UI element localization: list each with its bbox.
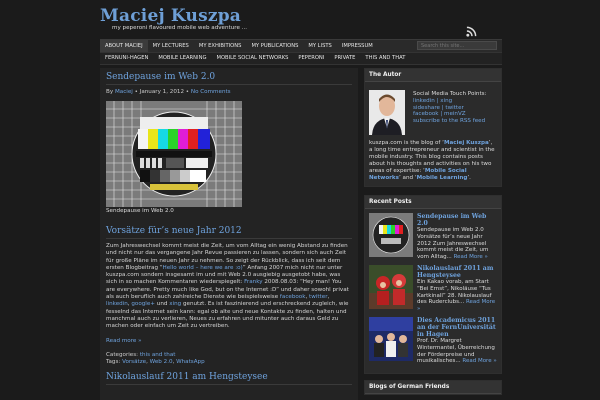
nav-about-maciej[interactable]: About Maciej bbox=[100, 39, 148, 53]
expertise-link[interactable]: Mobile Learning bbox=[417, 175, 468, 181]
post-text: , bbox=[327, 294, 330, 301]
social-links-row[interactable]: linkedin | xing bbox=[413, 98, 486, 105]
search-input[interactable] bbox=[417, 41, 497, 50]
nav-my-publications[interactable]: My Publications bbox=[246, 40, 303, 53]
about-text-part: kuszpa.com is the blog of ‘ bbox=[369, 140, 444, 146]
nav-mobile-social-networks[interactable]: Mobile Social Networks bbox=[211, 52, 293, 65]
social-links-row[interactable]: sideshare | twitter bbox=[413, 105, 486, 112]
read-more-link[interactable]: Read More » bbox=[454, 254, 488, 260]
nav-this-and-that[interactable]: This and That bbox=[360, 52, 410, 65]
recent-post: Sendepause im Web 2.0 Sendepause im Web … bbox=[369, 213, 497, 261]
recent-post-excerpt: Sendepause im Web 2.0 Vorsätze für’s neu… bbox=[417, 227, 497, 261]
about-text: kuszpa.com is the blog of ‘Maciej Kuszpa… bbox=[369, 140, 497, 182]
post-title[interactable]: Vorsätze für’s neue Jahr 2012 bbox=[106, 226, 352, 239]
friends-blogs-widget: Blogs of German Friends bbox=[364, 380, 502, 396]
tag-link[interactable]: WhatsApp bbox=[176, 359, 205, 365]
recent-post-thumbnail[interactable] bbox=[369, 264, 413, 309]
nav-my-lists[interactable]: My Lists bbox=[303, 40, 336, 53]
tag-link[interactable]: Vorsätze bbox=[122, 359, 146, 365]
touch-points: Social Media Touch Points: linkedin | xi… bbox=[413, 91, 486, 135]
nav-my-lectures[interactable]: My Lectures bbox=[148, 40, 194, 53]
widget-title: Blogs of German Friends bbox=[365, 381, 501, 395]
post-link[interactable]: google+ bbox=[131, 301, 155, 307]
recent-post: Nikolauslauf 2011 am Hengsteysee Ein Kak… bbox=[369, 264, 497, 313]
recent-posts-widget: Recent Posts Sendepause im Web 2.0 Sende… bbox=[364, 195, 502, 375]
post: Sendepause im Web 2.0 By Maciej • Januar… bbox=[100, 68, 358, 222]
about-text-part: ’ and ‘ bbox=[398, 175, 417, 181]
post-author-link[interactable]: Maciej bbox=[115, 89, 133, 95]
post-link[interactable]: facebook bbox=[280, 294, 306, 300]
about-text-part: ’. bbox=[467, 175, 471, 181]
post-date: January 1, 2012 bbox=[139, 89, 185, 95]
recent-post-thumbnail[interactable] bbox=[369, 316, 413, 361]
recent-post-thumbnail[interactable] bbox=[369, 213, 413, 257]
author-photo bbox=[369, 90, 405, 135]
category-link[interactable]: this and that bbox=[140, 352, 176, 358]
author-widget: The Autor Social Media Touch Points: lin… bbox=[364, 68, 502, 187]
post-link[interactable]: Hello world – here we are :o) bbox=[163, 265, 243, 271]
page-wrapper: Maciej Kuszpa my peperoni flavoured mobi… bbox=[100, 0, 502, 400]
test-card-image[interactable] bbox=[106, 101, 242, 207]
recent-post-title[interactable]: Sendepause im Web 2.0 bbox=[417, 213, 497, 227]
nav-fernuni-hagen[interactable]: FernUni-Hagen bbox=[100, 52, 153, 65]
post-link[interactable]: Franky bbox=[244, 279, 262, 285]
widget-title: The Autor bbox=[365, 69, 501, 82]
nav-private[interactable]: Private bbox=[329, 52, 360, 65]
post-title[interactable]: Nikolauslauf 2011 am Hengsteysee bbox=[106, 372, 352, 385]
post-comments-link[interactable]: No Comments bbox=[191, 89, 231, 95]
post: Vorsätze für’s neue Jahr 2012 Zum Jahres… bbox=[100, 222, 358, 370]
nav-peperoni[interactable]: Peperoni bbox=[293, 52, 329, 65]
recent-post-excerpt: Ein Kakao vorab, am Start “Bei Ernst”, N… bbox=[417, 279, 497, 313]
post-tags: Tags: Vorsätze, Web 2.0, WhatsApp bbox=[106, 359, 352, 366]
author-name-link[interactable]: Maciej Kuszpa bbox=[444, 140, 489, 146]
post-text: und bbox=[155, 301, 170, 308]
social-links-row[interactable]: facebook | meinVZ bbox=[413, 111, 486, 118]
recent-post-title[interactable]: Dies Academicus 2011 an der FernUniversi… bbox=[417, 317, 497, 338]
tags-label: Tags: bbox=[106, 358, 121, 365]
nav-mobile-learning[interactable]: Mobile Learning bbox=[153, 52, 211, 65]
post-meta: By Maciej • January 1, 2012 • No Comment… bbox=[106, 89, 231, 95]
post-title[interactable]: Sendepause im Web 2.0 bbox=[106, 72, 352, 85]
read-more-link[interactable]: Read More » bbox=[462, 358, 496, 364]
post-categories: Categories: this and that bbox=[106, 352, 352, 359]
rss-subscribe-link[interactable]: subscribe to the RSS feed bbox=[413, 118, 486, 125]
image-caption: Sendepause im Web 2.0 bbox=[106, 208, 174, 214]
post: Nikolauslauf 2011 am Hengsteysee bbox=[100, 370, 358, 393]
widget-title: Recent Posts bbox=[365, 196, 501, 209]
post-link[interactable]: xing bbox=[169, 301, 181, 307]
sidebar: The Autor Social Media Touch Points: lin… bbox=[364, 68, 502, 400]
site-title[interactable]: Maciej Kuszpa bbox=[100, 6, 241, 26]
post-link[interactable]: twitter bbox=[309, 294, 327, 300]
recent-post-excerpt: Prof. Dr. Margret Wintermantel, Überreic… bbox=[417, 338, 497, 365]
main-content: Sendepause im Web 2.0 By Maciej • Januar… bbox=[100, 68, 358, 400]
category-nav: FernUni-Hagen Mobile Learning Mobile Soc… bbox=[100, 52, 502, 65]
recent-post-title[interactable]: Nikolauslauf 2011 am Hengsteysee bbox=[417, 265, 497, 279]
site-description: my peperoni flavoured mobile web adventu… bbox=[112, 25, 248, 31]
categories-label: Categories: bbox=[106, 351, 139, 358]
nav-impressum[interactable]: Impressum bbox=[337, 40, 378, 53]
post-meta-by: By bbox=[106, 89, 114, 95]
touch-points-label: Social Media Touch Points: bbox=[413, 91, 487, 97]
post-body: Zum Jahreswechsel kommt meist die Zeit, … bbox=[106, 243, 352, 331]
tag-link[interactable]: Web 2.0 bbox=[150, 359, 173, 365]
recent-post: Dies Academicus 2011 an der FernUniversi… bbox=[369, 316, 497, 365]
rss-icon[interactable] bbox=[466, 26, 477, 37]
post-link[interactable]: linkedin bbox=[106, 301, 128, 307]
nav-my-exhibitions[interactable]: My Exhibitions bbox=[194, 40, 247, 53]
